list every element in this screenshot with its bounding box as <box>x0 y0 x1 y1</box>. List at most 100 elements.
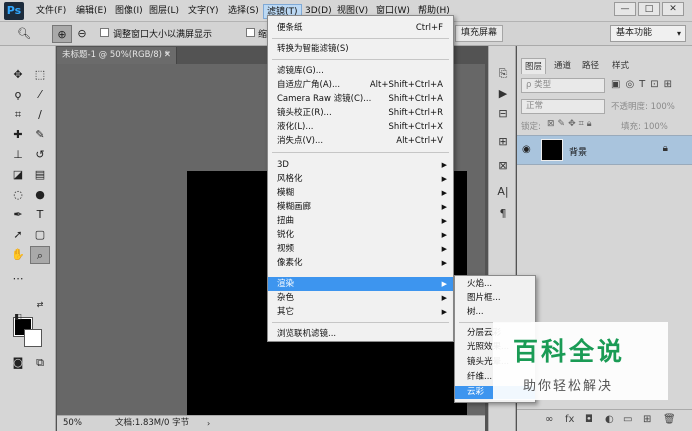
menu-item-vanishing-point[interactable]: 消失点(V)... Alt+Ctrl+V <box>268 134 453 148</box>
healing-brush-icon[interactable]: ✚ <box>8 126 28 144</box>
adjustment-layer-icon[interactable]: ◐ <box>605 414 614 425</box>
menu-item-render[interactable]: 渲染 ▶ <box>268 277 453 291</box>
magic-wand-icon[interactable]: ⁄ <box>30 86 50 104</box>
zoom-all-checkbox[interactable] <box>246 28 255 37</box>
submenu-arrow-icon: ▶ <box>441 189 447 197</box>
properties-panel-icon[interactable]: ⊟ <box>494 106 512 122</box>
menu-item-last-filter[interactable]: 便条纸 Ctrl+F <box>268 21 453 35</box>
opacity-field[interactable]: 不透明度: 100% <box>611 100 675 112</box>
type-tool-icon[interactable]: T <box>30 206 50 224</box>
blend-mode-select[interactable]: 正常 <box>521 99 605 114</box>
fx-icon[interactable]: fx <box>565 414 574 425</box>
submenu-arrow-icon: ▶ <box>441 294 447 302</box>
clone-stamp-icon[interactable]: ⊥ <box>8 146 28 164</box>
link-layers-icon[interactable]: ∞ <box>545 414 553 425</box>
background-color-swatch[interactable] <box>24 329 42 347</box>
maximize-button[interactable]: □ <box>638 2 660 16</box>
chevron-right-icon[interactable]: › <box>207 416 210 431</box>
menu-item-stylize[interactable]: 风格化 ▶ <box>268 172 453 186</box>
marquee-tool-icon[interactable]: ⬚ <box>30 66 50 84</box>
hand-tool-icon[interactable]: ✋ <box>8 246 28 264</box>
menu-item-camera-raw[interactable]: Camera Raw 滤镜(C)... Shift+Ctrl+A <box>268 92 453 106</box>
submenu-arrow-icon: ▶ <box>441 231 447 239</box>
menu-edit[interactable]: 编辑(E) <box>73 4 110 19</box>
default-colors-icon[interactable]: ◧ <box>8 308 28 326</box>
new-group-icon[interactable]: ▭ <box>623 414 632 425</box>
zoom-tool-icon[interactable]: 🔍︎ <box>14 25 34 43</box>
brush-tool-icon[interactable]: ✎ <box>30 126 50 144</box>
submenu-item-tree[interactable]: 树... <box>455 306 535 319</box>
tab-channels[interactable]: 通道 <box>551 58 574 74</box>
dodge-tool-icon[interactable]: ● <box>30 186 50 204</box>
zoom-tool-icon[interactable]: ⌕ <box>30 246 50 264</box>
tab-layers[interactable]: 图层 <box>521 58 547 74</box>
move-tool-icon[interactable]: ✥ <box>8 66 28 84</box>
blur-tool-icon[interactable]: ◌ <box>8 186 28 204</box>
fill-screen-button[interactable]: 填充屏幕 <box>455 25 503 42</box>
menu-item-video[interactable]: 视频 ▶ <box>268 242 453 256</box>
submenu-arrow-icon: ▶ <box>441 161 447 169</box>
menu-type[interactable]: 文字(Y) <box>185 4 222 19</box>
menu-item-blur-gallery[interactable]: 模糊画廊 ▶ <box>268 200 453 214</box>
resize-window-checkbox[interactable] <box>100 28 109 37</box>
submenu-item-flame[interactable]: 火焰... <box>455 278 535 291</box>
menu-item-liquify[interactable]: 液化(L)... Shift+Ctrl+X <box>268 120 453 134</box>
menu-file[interactable]: 文件(F) <box>33 4 69 19</box>
new-layer-icon[interactable]: ⊞ <box>643 414 651 425</box>
character-panel-icon[interactable]: A| <box>494 184 512 200</box>
menu-image[interactable]: 图像(I) <box>112 4 146 19</box>
brush-panel-icon[interactable]: ⊠ <box>494 158 512 174</box>
close-window-button[interactable]: ✕ <box>662 2 684 16</box>
workspace-select[interactable]: 基本功能 ▾ <box>610 25 686 42</box>
submenu-item-picture-frame[interactable]: 图片框... <box>455 292 535 305</box>
tab-styles[interactable]: 样式 <box>609 58 632 74</box>
history-brush-icon[interactable]: ↺ <box>30 146 50 164</box>
zoom-out-icon[interactable]: ⊖ <box>72 25 92 43</box>
close-icon[interactable]: ✕ <box>164 47 171 64</box>
layer-kind-filter[interactable]: ρ 类型 <box>521 78 605 93</box>
menu-item-browse-online[interactable]: 浏览联机滤镜... <box>268 327 453 341</box>
menu-item-smart-filter[interactable]: 转换为智能滤镜(S) <box>268 42 453 56</box>
screen-mode-icon[interactable]: ⧉ <box>30 354 50 372</box>
menu-item-lens-correction[interactable]: 镜头校正(R)... Shift+Ctrl+R <box>268 106 453 120</box>
trash-icon[interactable]: 🗑 <box>663 414 676 425</box>
shape-tool-icon[interactable]: ▢ <box>30 226 50 244</box>
menu-layer[interactable]: 图层(L) <box>146 4 182 19</box>
menu-item-3d[interactable]: 3D ▶ <box>268 158 453 172</box>
fill-field[interactable]: 填充: 100% <box>621 120 668 132</box>
menu-separator <box>272 322 449 323</box>
menu-item-noise[interactable]: 杂色 ▶ <box>268 291 453 305</box>
lock-icons[interactable]: ⊠✎✥⌗🔒︎ <box>547 119 594 129</box>
document-tab[interactable]: 未标题-1 @ 50%(RGB/8) * ✕ <box>57 47 177 64</box>
swap-colors-icon[interactable]: ⇄ <box>30 296 50 314</box>
menu-item-filter-gallery[interactable]: 滤镜库(G)... <box>268 64 453 78</box>
eye-icon[interactable]: ◉ <box>522 144 531 155</box>
add-mask-icon[interactable]: ◘ <box>585 414 593 425</box>
path-select-icon[interactable]: ➚ <box>8 226 28 244</box>
eyedropper-icon[interactable]: ∕ <box>30 106 50 124</box>
quick-mask-icon[interactable]: ◙ <box>8 354 28 372</box>
crop-tool-icon[interactable]: ⌗ <box>8 106 28 124</box>
menu-item-pixelate[interactable]: 像素化 ▶ <box>268 256 453 270</box>
eraser-icon[interactable]: ◪ <box>8 166 28 184</box>
more-tools-icon[interactable]: ⋯ <box>8 270 28 288</box>
layer-row[interactable]: ◉ 背景 🔒︎ <box>517 135 692 165</box>
paragraph-panel-icon[interactable]: ¶ <box>494 206 512 222</box>
gradient-tool-icon[interactable]: ▤ <box>30 166 50 184</box>
pen-tool-icon[interactable]: ✒ <box>8 206 28 224</box>
lasso-tool-icon[interactable]: ϙ <box>8 86 28 104</box>
adjustments-panel-icon[interactable]: ⊞ <box>494 134 512 150</box>
menu-select[interactable]: 选择(S) <box>225 4 262 19</box>
zoom-in-icon[interactable]: ⊕ <box>52 25 72 43</box>
menu-item-blur[interactable]: 模糊 ▶ <box>268 186 453 200</box>
menu-item-adaptive-wide-angle[interactable]: 自适应广角(A)... Alt+Shift+Ctrl+A <box>268 78 453 92</box>
menu-item-distort[interactable]: 扭曲 ▶ <box>268 214 453 228</box>
tab-paths[interactable]: 路径 <box>579 58 602 74</box>
minimize-button[interactable]: — <box>614 2 636 16</box>
actions-panel-icon[interactable]: ▶ <box>494 86 512 102</box>
history-panel-icon[interactable]: ⎘ <box>494 66 512 82</box>
menu-item-sharpen[interactable]: 锐化 ▶ <box>268 228 453 242</box>
zoom-level[interactable]: 50% <box>63 416 82 431</box>
menu-item-other[interactable]: 其它 ▶ <box>268 305 453 319</box>
filter-icons[interactable]: ▣◎T⊡⊞ <box>611 79 677 90</box>
